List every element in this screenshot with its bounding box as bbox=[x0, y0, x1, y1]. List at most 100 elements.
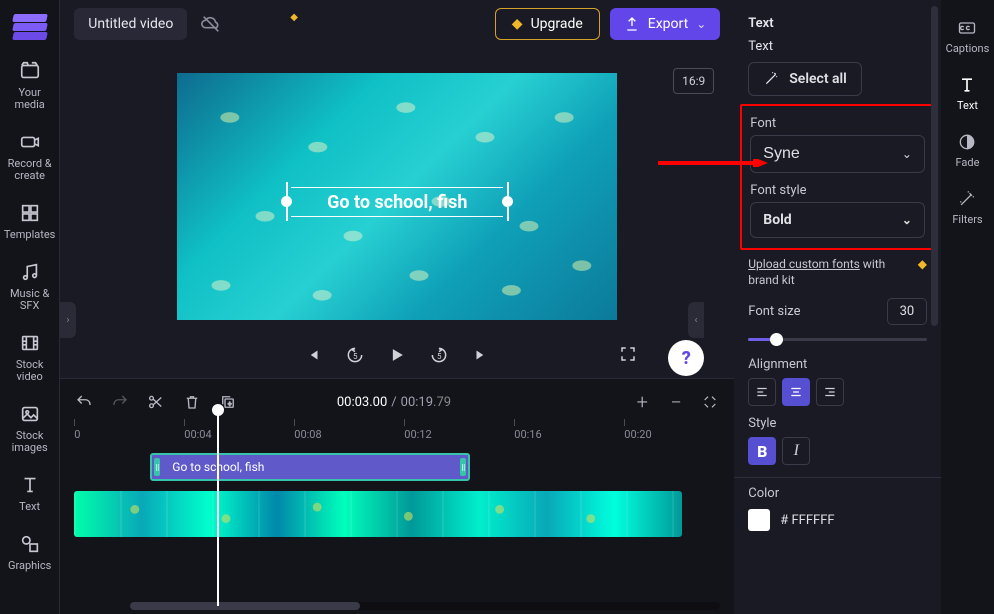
nav-text[interactable]: Text bbox=[0, 474, 59, 513]
upload-icon bbox=[624, 16, 640, 32]
chevron-down-icon: ⌄ bbox=[902, 147, 912, 161]
nav-label: Text bbox=[19, 501, 40, 513]
add-track-button[interactable]: + bbox=[632, 392, 652, 412]
music-icon bbox=[19, 261, 41, 283]
nav-templates[interactable]: Templates bbox=[0, 202, 59, 241]
slider-knob[interactable] bbox=[770, 333, 783, 346]
nav-label: Stock video bbox=[2, 359, 57, 383]
wand-icon bbox=[763, 71, 779, 87]
color-label: Color bbox=[748, 486, 927, 501]
nav-graphics[interactable]: Graphics bbox=[0, 533, 59, 572]
rail-captions[interactable]: Captions bbox=[946, 18, 990, 55]
bold-button[interactable]: B bbox=[748, 437, 776, 465]
preview-stage[interactable]: Go to school, fish bbox=[177, 73, 617, 320]
rewind-5-button[interactable]: 5 bbox=[341, 341, 369, 369]
fade-icon bbox=[957, 132, 977, 152]
annotation-highlight-box: Font Syne ⌄ Font style Bold ⌄ bbox=[740, 104, 935, 250]
nav-stock-images[interactable]: Stock images bbox=[0, 403, 59, 454]
font-family-dropdown[interactable]: Syne ⌄ bbox=[750, 135, 925, 173]
right-rail: Captions Text Fade Filters bbox=[941, 0, 994, 614]
font-style-dropdown[interactable]: Bold ⌄ bbox=[750, 202, 925, 238]
expand-left-handle[interactable]: › bbox=[60, 302, 76, 338]
upgrade-button[interactable]: ◆ Upgrade bbox=[495, 8, 600, 40]
fullscreen-button[interactable] bbox=[614, 340, 642, 368]
align-center-button[interactable] bbox=[782, 378, 810, 406]
video-clip[interactable] bbox=[74, 491, 682, 537]
text-section-label: Text bbox=[748, 39, 927, 54]
help-button[interactable]: ? bbox=[668, 340, 704, 376]
nav-your-media[interactable]: Your media bbox=[0, 60, 59, 111]
upgrade-label: Upgrade bbox=[531, 16, 583, 32]
diamond-icon: ◆ bbox=[918, 256, 927, 272]
timecode-display: 00:03.00 / 00:19.79 bbox=[337, 395, 451, 410]
timeline-tracks: || Go to school, fish || bbox=[60, 441, 734, 537]
font-size-input[interactable]: 30 bbox=[887, 298, 927, 325]
text-icon bbox=[957, 75, 977, 95]
playhead[interactable] bbox=[217, 409, 219, 606]
clip-trim-right[interactable]: || bbox=[460, 458, 466, 476]
skip-start-button[interactable] bbox=[299, 341, 327, 369]
upload-fonts-link[interactable]: Upload custom fonts with brand kit ◆ bbox=[748, 256, 927, 288]
timeline-ruler[interactable]: 0 00:04 00:08 00:12 00:16 00:20 bbox=[60, 419, 734, 441]
topbar: Untitled video ◆ Upgrade Export ⌄ bbox=[60, 0, 734, 48]
split-button[interactable] bbox=[146, 392, 166, 412]
nav-music-sfx[interactable]: Music & SFX bbox=[0, 261, 59, 312]
nav-label: Stock images bbox=[2, 430, 57, 454]
font-size-slider[interactable] bbox=[748, 331, 927, 347]
chevron-down-icon: ⌄ bbox=[902, 213, 912, 227]
export-button[interactable]: Export ⌄ bbox=[610, 8, 720, 40]
film-icon bbox=[19, 332, 41, 354]
select-all-label: Select all bbox=[789, 71, 847, 87]
nav-label: Music & SFX bbox=[2, 288, 57, 312]
app-logo bbox=[13, 14, 47, 40]
diamond-icon: ◆ bbox=[512, 16, 523, 32]
rail-label: Filters bbox=[952, 213, 982, 226]
rail-filters[interactable]: Filters bbox=[952, 189, 982, 226]
camera-icon bbox=[19, 131, 41, 153]
text-icon bbox=[19, 474, 41, 496]
forward-5-button[interactable]: 5 bbox=[425, 341, 453, 369]
nav-record-create[interactable]: Record & create bbox=[0, 131, 59, 182]
undo-button[interactable] bbox=[74, 392, 94, 412]
text-element-selected[interactable]: Go to school, fish bbox=[287, 188, 507, 216]
italic-button[interactable]: I bbox=[782, 437, 810, 465]
rail-label: Captions bbox=[946, 42, 990, 55]
nav-label: Your media bbox=[2, 87, 57, 111]
rail-text[interactable]: Text bbox=[957, 75, 978, 112]
nav-stock-video[interactable]: Stock video bbox=[0, 332, 59, 383]
fit-timeline-button[interactable] bbox=[700, 392, 720, 412]
style-label: Style bbox=[748, 416, 927, 431]
play-button[interactable] bbox=[383, 341, 411, 369]
zoom-out-button[interactable]: − bbox=[666, 392, 686, 412]
expand-right-handle[interactable]: ‹ bbox=[688, 302, 704, 338]
main-area: ◆ Untitled video ◆ Upgrade Export ⌄ 16:9… bbox=[60, 0, 734, 614]
nav-label: Record & create bbox=[2, 158, 57, 182]
nav-label: Templates bbox=[4, 229, 55, 241]
delete-button[interactable] bbox=[182, 392, 202, 412]
clip-trim-left[interactable]: || bbox=[154, 458, 160, 476]
align-left-button[interactable] bbox=[748, 378, 776, 406]
aspect-ratio-button[interactable]: 16:9 bbox=[673, 68, 714, 94]
skip-end-button[interactable] bbox=[467, 341, 495, 369]
image-icon bbox=[19, 403, 41, 425]
font-field-label: Font bbox=[750, 116, 925, 131]
cloud-off-icon[interactable] bbox=[197, 10, 225, 38]
resize-handle-left[interactable] bbox=[281, 196, 292, 207]
panel-scrollbar[interactable] bbox=[931, 6, 938, 326]
playback-controls: 5 5 bbox=[60, 332, 734, 378]
panel-title: Text bbox=[748, 16, 927, 31]
scrollbar-thumb[interactable] bbox=[130, 602, 360, 610]
text-clip[interactable]: || Go to school, fish || bbox=[150, 453, 470, 481]
rail-fade[interactable]: Fade bbox=[956, 132, 980, 169]
project-title-input[interactable]: Untitled video bbox=[74, 8, 187, 40]
color-picker[interactable]: # FFFFFF bbox=[748, 509, 927, 531]
left-sidebar: Your media Record & create Templates Mus… bbox=[0, 0, 60, 614]
redo-button[interactable] bbox=[110, 392, 130, 412]
align-right-button[interactable] bbox=[816, 378, 844, 406]
select-all-button[interactable]: Select all bbox=[748, 62, 862, 96]
export-label: Export bbox=[648, 16, 688, 32]
shapes-icon bbox=[19, 533, 41, 555]
timeline: + 00:03.00 / 00:19.79 + − 0 00:04 00:08 … bbox=[60, 378, 734, 614]
color-swatch bbox=[748, 509, 770, 531]
chevron-down-icon: ⌄ bbox=[696, 17, 706, 31]
